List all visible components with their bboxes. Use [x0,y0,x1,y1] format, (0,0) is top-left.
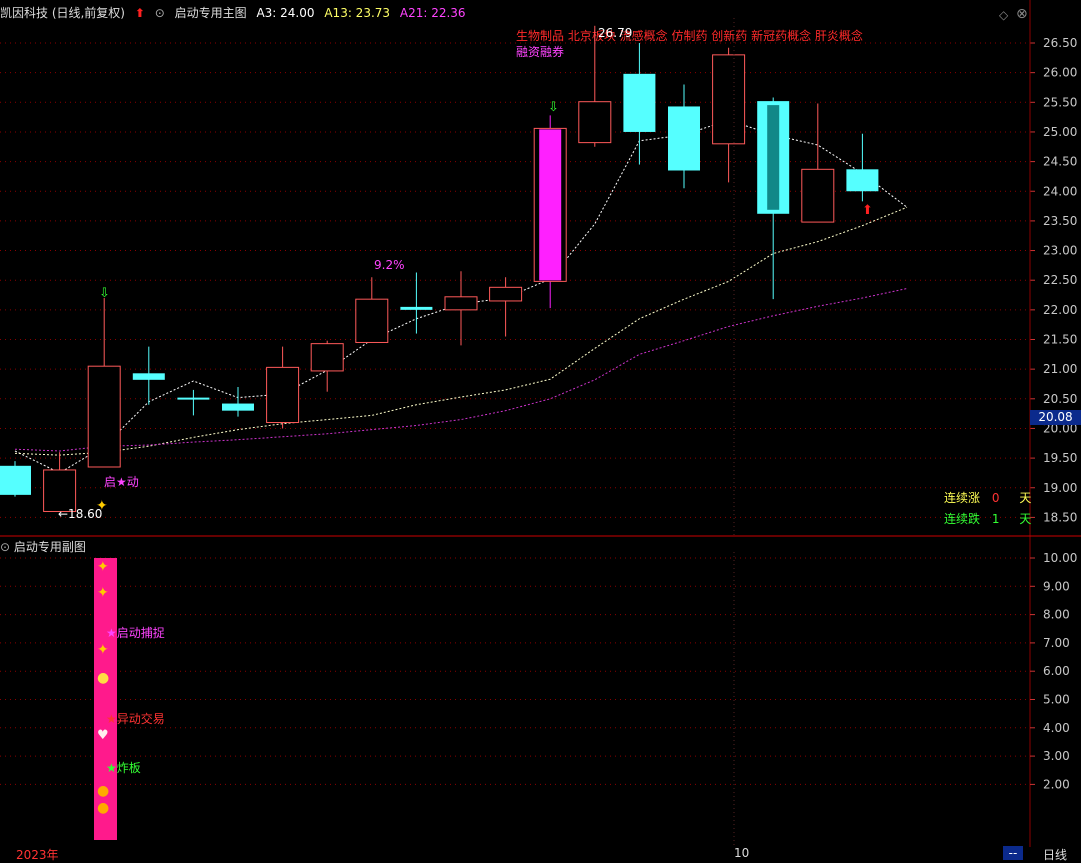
sub-tick-label: 10.00 [1043,551,1077,565]
candle-body [668,106,700,171]
candle-body [266,366,300,424]
candle-body [801,168,835,223]
price-tick-label: 26.50 [1043,36,1077,50]
down-arrow-icon: ⇩ [99,286,110,301]
price-tick-label: 25.00 [1043,125,1077,139]
candle-body [87,365,121,468]
price-tick-label: 25.50 [1043,95,1077,109]
heart-icon: ♥ [97,728,109,743]
price-tick-label: 20.50 [1043,392,1077,406]
scroll-button[interactable]: -- [1003,846,1023,860]
period-tab[interactable]: 日线 [1043,846,1067,863]
trade-label: ★异动交易 [106,712,165,726]
sub-tick-label: 4.00 [1043,721,1070,735]
candle-body [489,286,523,302]
footer-year: 2023年 [16,848,59,862]
sub-tick-label: 6.00 [1043,664,1070,678]
price-tick-label: 21.00 [1043,362,1077,376]
price-tick-label: 19.00 [1043,481,1077,495]
price-tick-label: 18.50 [1043,510,1077,524]
candle-body [222,403,254,411]
money-bag-icon: ● [97,670,110,686]
sub-tick-label: 2.00 [1043,777,1070,791]
candle-body [623,73,656,132]
red-up-arrow-icon: ⬆ [862,203,873,218]
candle-body [177,397,210,400]
last-price-box: 20.08 [1030,410,1081,425]
butterfly-icon: ✦ [97,559,109,575]
sub-tick-label: 9.00 [1043,579,1070,593]
price-tick-label: 24.00 [1043,184,1077,198]
candle-body [400,306,433,310]
price-tick-label: 24.50 [1043,155,1077,169]
main-chart[interactable]: 26.50 26.00 25.50 25.00 24.50 24.00 23.50 23.00… [0,0,1081,537]
down-streak: 连续跌 1 天 [944,512,1032,526]
candle-body [846,169,879,192]
butterfly-icon: ✦ [97,585,109,601]
sub-tick-label: 8.00 [1043,608,1070,622]
sub-tick-label: 5.00 [1043,693,1070,707]
capture-label: ★启动捕捉 [106,626,165,640]
candle-body-inner [767,105,780,210]
candle-body [310,343,344,372]
candle-body [578,101,612,144]
up-streak: 连续涨 0 天 [944,491,1032,505]
down-arrow-icon-2: ⇩ [548,100,559,115]
percent-label: 9.2% [374,258,405,272]
price-tick-label: 22.50 [1043,273,1077,287]
high-price-label: 26.79 [598,26,633,40]
candle-body [444,296,478,311]
board-label: ★炸板 [106,761,141,775]
sub-tick-label: 3.00 [1043,749,1070,763]
price-tick-label: 21.50 [1043,333,1077,347]
price-tick-label: 19.50 [1043,451,1077,465]
butterfly-icon: ✦ [97,642,109,658]
price-tick-label: 23.50 [1043,214,1077,228]
price-tick-label: 23.00 [1043,244,1077,258]
candle-body [0,465,31,495]
candle-body [132,373,165,380]
footer-month: 10 [734,846,750,860]
butterfly-icon: ✦ [96,498,108,514]
sub-chart[interactable]: 10.00 9.00 8.00 7.00 6.00 5.00 4.00 3.00 2.00 [0,537,1081,847]
coin-icon: ● [97,783,110,799]
price-tick-label: 26.00 [1043,66,1077,80]
candle-body-fill [539,129,562,281]
footer-bar: 2023年 10 -- 日线 [0,846,1081,863]
candle-body [43,469,77,512]
candle-body [712,54,746,145]
candle-body [355,298,389,343]
price-tick-label: 22.00 [1043,303,1077,317]
start-label: 启★动 [104,475,139,489]
coin-icon: ● [97,800,110,816]
sub-tick-label: 7.00 [1043,636,1070,650]
